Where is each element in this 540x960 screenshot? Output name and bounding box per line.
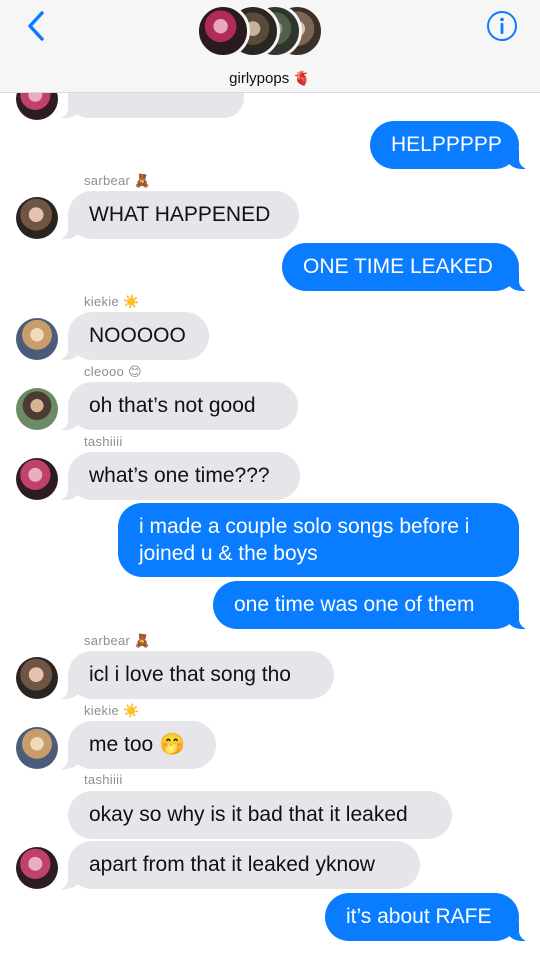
message-text: icl i love that song tho: [89, 663, 291, 686]
chevron-left-icon: [28, 11, 44, 41]
sender-name: sarbear 🧸: [84, 633, 151, 648]
avatar[interactable]: [16, 458, 58, 500]
message-bubble-outgoing[interactable]: it’s about RAFE: [325, 893, 529, 941]
conversation-header: girlypops 🫀: [0, 0, 540, 93]
message-text: NOOOOO: [89, 324, 186, 347]
avatar[interactable]: [16, 657, 58, 699]
message-bubble-incoming[interactable]: NOOOOO: [58, 312, 209, 360]
sender-name: kiekie ☀️: [84, 294, 140, 309]
info-button[interactable]: [486, 10, 518, 42]
message-text: what’s one time???: [89, 464, 270, 487]
group-name[interactable]: girlypops 🫀: [0, 70, 540, 87]
avatar[interactable]: [16, 847, 58, 889]
sender-name: tashiiii: [84, 434, 123, 449]
avatar[interactable]: [16, 197, 58, 239]
message-bubble-incoming[interactable]: apart from that it leaked yknow: [58, 841, 420, 889]
back-button[interactable]: [22, 10, 52, 42]
message-text: it’s about RAFE: [346, 905, 492, 928]
sender-name: tashiiii: [84, 772, 123, 787]
message-bubble-outgoing[interactable]: ONE TIME LEAKED: [282, 243, 529, 291]
message-text: ONE TIME LEAKED: [303, 255, 493, 278]
info-icon: [487, 11, 517, 41]
sender-name: cleooo 😊: [84, 364, 142, 379]
message-text: WHAT HAPPENED: [89, 203, 271, 226]
group-name-text: girlypops: [229, 70, 290, 87]
message-bubble-incoming[interactable]: WHAT HAPPENED: [58, 191, 299, 239]
group-avatar-stack[interactable]: [196, 4, 336, 62]
message-bubble-incoming[interactable]: what’s one time???: [58, 452, 300, 500]
message-text: apart from that it leaked yknow: [89, 853, 375, 876]
message-bubble-incoming[interactable]: icl i love that song tho: [58, 651, 334, 699]
message-bubble-incoming[interactable]: okay so why is it bad that it leaked: [68, 791, 452, 839]
avatar[interactable]: [16, 318, 58, 360]
message-text: oh that’s not good: [89, 394, 256, 417]
anatomical-heart-icon: 🫀: [293, 70, 311, 86]
message-bubble-outgoing[interactable]: HELPPPPP: [370, 121, 529, 169]
group-member-avatar: [196, 4, 250, 58]
message-text: me too 🤭: [89, 733, 186, 756]
message-bubble-outgoing[interactable]: i made a couple solo songs before i join…: [118, 503, 519, 577]
message-bubble-outgoing[interactable]: one time was one of them: [213, 581, 529, 629]
message-text: one time was one of them: [234, 593, 475, 616]
sender-name: kiekie ☀️: [84, 703, 140, 718]
message-text: HELPPPPP: [391, 133, 502, 156]
sender-name: sarbear 🧸: [84, 173, 151, 188]
avatar[interactable]: [16, 388, 58, 430]
message-text: i made a couple solo songs before i join…: [139, 515, 470, 565]
message-thread[interactable]: HELPPPPP sarbear 🧸 WHAT HAPPENED ONE TIM…: [0, 0, 540, 960]
avatar[interactable]: [16, 727, 58, 769]
message-bubble-incoming[interactable]: me too 🤭: [58, 721, 216, 769]
message-text: okay so why is it bad that it leaked: [89, 803, 408, 826]
message-bubble-incoming[interactable]: oh that’s not good: [58, 382, 298, 430]
